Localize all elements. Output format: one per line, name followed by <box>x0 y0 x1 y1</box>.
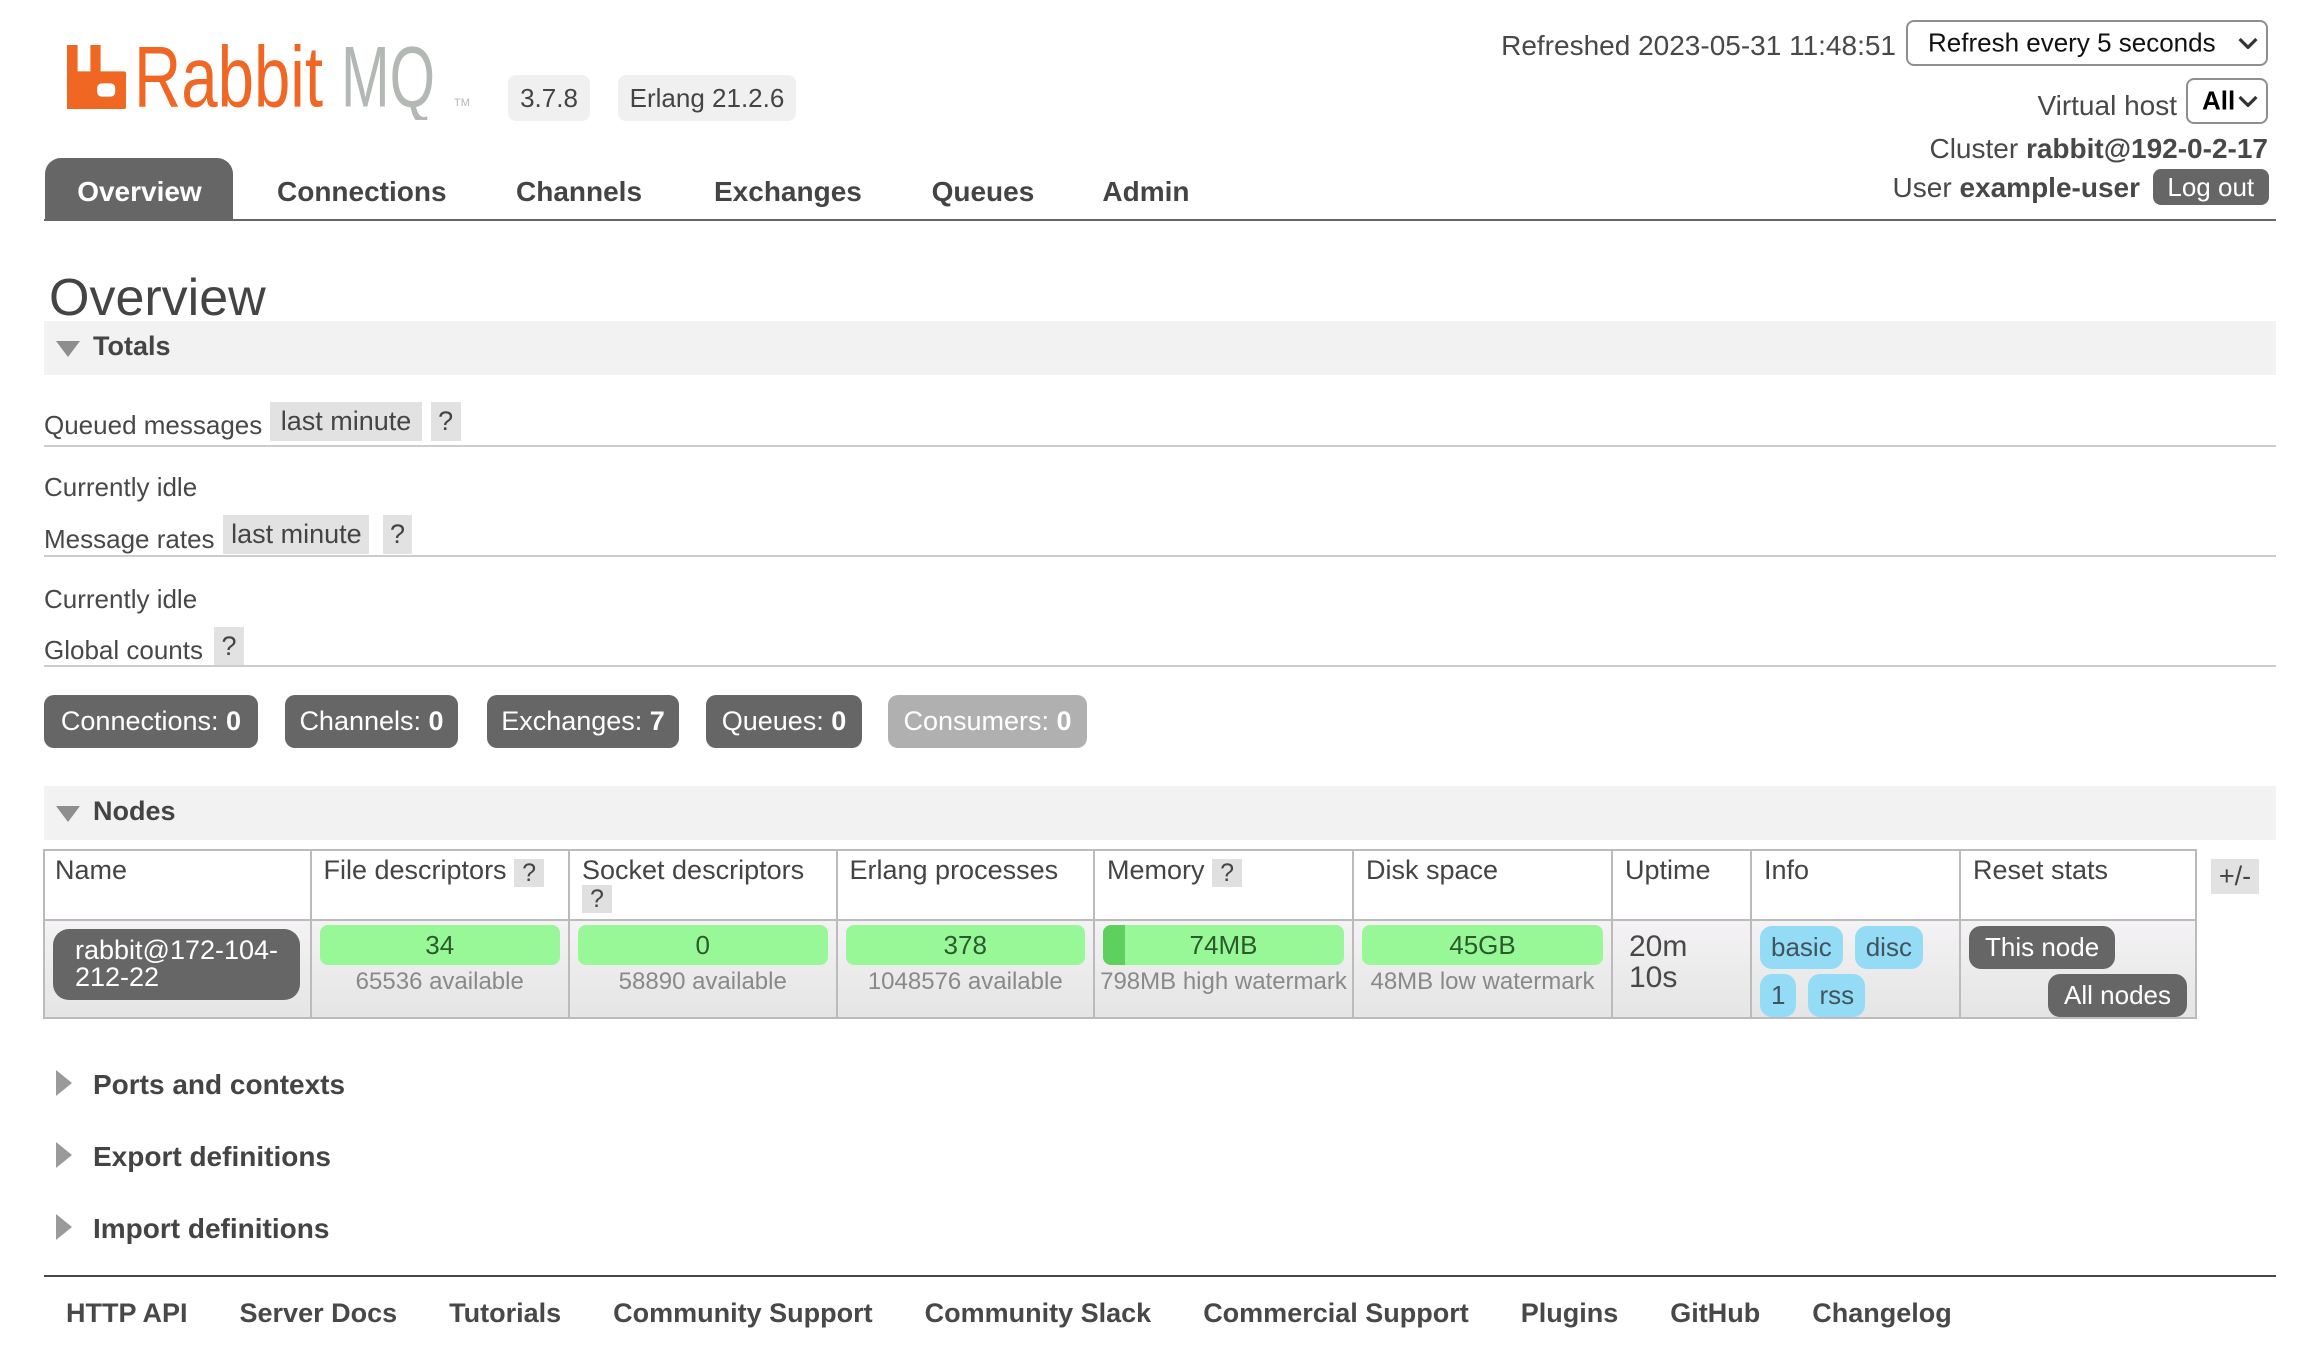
svg-text:MQ: MQ <box>341 36 435 120</box>
svg-text:Rabbit: Rabbit <box>134 36 323 120</box>
svg-text:TM: TM <box>454 97 470 109</box>
